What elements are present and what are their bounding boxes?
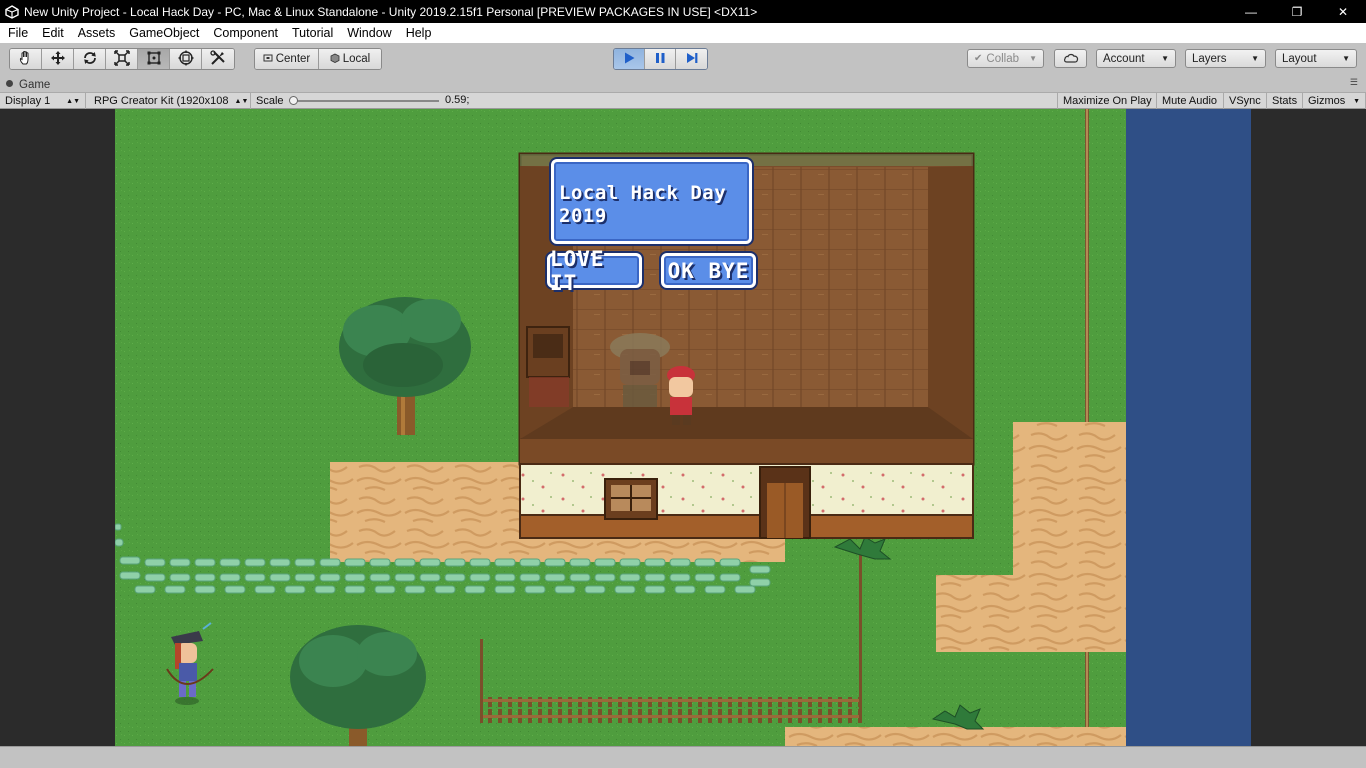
scale-tool-button[interactable]: [106, 49, 138, 69]
step-icon: [685, 51, 699, 68]
scale-tool-icon: [113, 49, 130, 69]
choice-ok-bye-button[interactable]: OK BYE: [661, 253, 756, 288]
window-title: New Unity Project - Local Hack Day - PC,…: [24, 4, 758, 19]
maximize-button[interactable]: ❐: [1274, 0, 1320, 23]
display-dropdown[interactable]: Display 1 ▲▼: [0, 93, 86, 109]
game-tab-label: Game: [19, 78, 51, 91]
menu-tutorial[interactable]: Tutorial: [285, 23, 340, 43]
rect-tool-button[interactable]: [138, 49, 170, 69]
stats-toggle[interactable]: Stats: [1267, 93, 1303, 109]
menu-assets[interactable]: Assets: [71, 23, 123, 43]
menu-component[interactable]: Component: [206, 23, 285, 43]
account-label: Account: [1103, 52, 1145, 65]
move-tool-icon: [50, 50, 66, 69]
transform-tools: [9, 48, 235, 70]
rect-tool-icon: [146, 50, 162, 69]
menu-edit[interactable]: Edit: [35, 23, 71, 43]
menu-window[interactable]: Window: [340, 23, 398, 43]
local-cube-icon: [330, 53, 340, 66]
layers-caret-icon: ▼: [1251, 54, 1259, 63]
maximize-on-play-toggle[interactable]: Maximize On Play: [1057, 93, 1157, 109]
game-tab-header: Game ☰: [0, 76, 1366, 92]
display-caret-icon: ▲▼: [66, 97, 80, 105]
fence-post-left: [480, 639, 483, 723]
minimize-button[interactable]: —: [1228, 0, 1274, 23]
transform-tool-button[interactable]: [170, 49, 202, 69]
vsync-toggle[interactable]: VSync: [1224, 93, 1267, 109]
play-button[interactable]: [614, 49, 645, 69]
play-icon: [622, 51, 636, 68]
resolution-dropdown[interactable]: RPG Creator Kit (1920x108 ▲▼: [89, 93, 251, 109]
pivot-toggles: Center Local: [254, 48, 382, 70]
game-canvas[interactable]: Local Hack Day 2019 LOVE IT OK BYE: [115, 109, 1251, 746]
playmode-controls: [613, 48, 708, 70]
cloud-icon: [1063, 52, 1079, 66]
layers-label: Layers: [1192, 52, 1227, 65]
choice-love-it-button[interactable]: LOVE IT: [547, 247, 642, 295]
account-caret-icon: ▼: [1161, 54, 1169, 63]
collab-check-icon: ✔: [974, 53, 983, 64]
status-bar: [0, 746, 1366, 768]
unity-logo-icon: [4, 4, 20, 20]
scale-label: Scale: [256, 95, 284, 107]
layout-label: Layout: [1282, 52, 1317, 65]
hand-tool-button[interactable]: [10, 49, 42, 69]
collab-caret-icon: ▼: [1029, 54, 1037, 63]
rotate-tool-icon: [82, 50, 98, 69]
collab-label: Collab: [986, 52, 1020, 65]
menu-gameobject[interactable]: GameObject: [122, 23, 206, 43]
resolution-caret-icon: ▲▼: [234, 97, 249, 105]
sand-bottom: [785, 727, 1126, 746]
step-button[interactable]: [676, 49, 707, 69]
game-view: Local Hack Day 2019 LOVE IT OK BYE: [0, 109, 1366, 746]
gizmos-label: Gizmos: [1308, 95, 1346, 107]
tab-options-icon[interactable]: ☰: [1350, 77, 1358, 88]
fence-post-right: [859, 549, 862, 723]
resolution-label: RPG Creator Kit (1920x108: [94, 95, 229, 107]
cloud-button[interactable]: [1054, 49, 1087, 68]
wooden-fence: [483, 697, 859, 723]
hand-tool-icon: [18, 50, 34, 69]
gizmos-dropdown[interactable]: Gizmos ▼: [1303, 93, 1366, 109]
menu-help[interactable]: Help: [399, 23, 439, 43]
layout-caret-icon: ▼: [1342, 54, 1350, 63]
scale-slider-track[interactable]: [293, 100, 439, 102]
close-button[interactable]: ✕: [1320, 0, 1366, 23]
custom-tool-icon: [210, 49, 226, 69]
layers-dropdown[interactable]: Layers ▼: [1185, 49, 1266, 68]
water-area: [1126, 109, 1251, 746]
game-tab-icon: [5, 79, 14, 91]
move-tool-button[interactable]: [42, 49, 74, 69]
pivot-center-icon: [263, 53, 273, 66]
mute-audio-toggle[interactable]: Mute Audio: [1157, 93, 1224, 109]
display-label: Display 1: [5, 95, 51, 107]
collab-dropdown[interactable]: ✔ Collab ▼: [967, 49, 1044, 68]
gizmos-caret-icon: ▼: [1353, 97, 1360, 105]
pause-icon: [653, 51, 667, 68]
game-view-controls: Display 1 ▲▼ RPG Creator Kit (1920x108 ▲…: [0, 92, 1366, 109]
window-title-bar: New Unity Project - Local Hack Day - PC,…: [0, 0, 1366, 23]
scale-value: 0.59;: [445, 94, 470, 106]
pivot-mode-button[interactable]: Center: [255, 49, 319, 69]
tab-game[interactable]: Game: [5, 77, 50, 92]
menu-bar: File Edit Assets GameObject Component Tu…: [0, 23, 1366, 43]
dialog-text: Local Hack Day 2019: [559, 182, 727, 227]
pause-button[interactable]: [645, 49, 676, 69]
pivot-rotation-button[interactable]: Local: [319, 49, 381, 69]
pivot-rotation-label: Local: [342, 53, 371, 65]
main-toolbar: Center Local ✔ Collab ▼ Account ▼ Layers…: [0, 43, 1366, 76]
scale-slider-handle[interactable]: [289, 96, 298, 105]
dialog-box: Local Hack Day 2019: [551, 159, 752, 244]
transform-tool-icon: [178, 50, 194, 69]
layout-dropdown[interactable]: Layout ▼: [1275, 49, 1357, 68]
pivot-mode-label: Center: [275, 53, 311, 65]
rotate-tool-button[interactable]: [74, 49, 106, 69]
menu-file[interactable]: File: [0, 23, 35, 43]
custom-tool-button[interactable]: [202, 49, 234, 69]
account-dropdown[interactable]: Account ▼: [1096, 49, 1176, 68]
